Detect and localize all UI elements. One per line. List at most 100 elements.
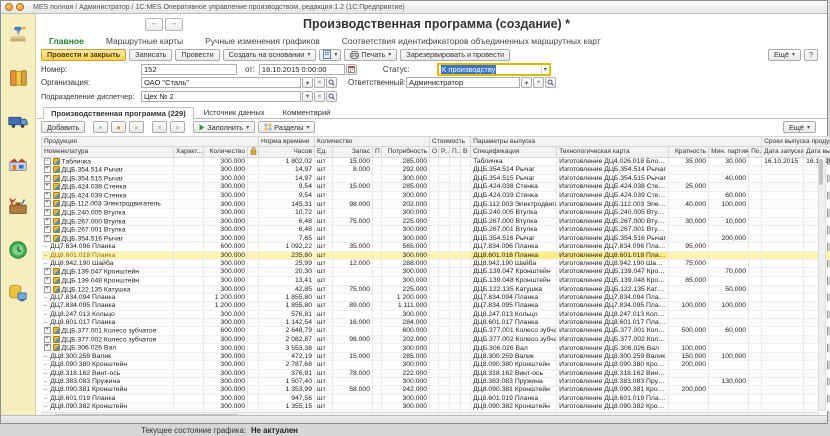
cell-name[interactable]: +ДЦБ.240.005 Втулка bbox=[42, 209, 174, 218]
cell-tech[interactable]: Изготовление ДЦ7.834.095 Планка bbox=[557, 302, 669, 310]
cell-spec[interactable]: ДЦ8.601.017 Планка bbox=[471, 319, 557, 327]
cell-v[interactable] bbox=[461, 234, 471, 243]
expand-icon[interactable]: + bbox=[44, 286, 51, 293]
cell-unit[interactable]: шт bbox=[315, 402, 333, 410]
cell-tech[interactable]: Изготовление ДЦ8.247.013 Кольцо bbox=[557, 310, 669, 318]
cell-mult[interactable] bbox=[669, 268, 709, 277]
cell-need[interactable]: 565.000 bbox=[382, 243, 430, 251]
number-input[interactable]: 152 bbox=[141, 64, 237, 75]
column-header-d2[interactable]: Дата выпуска bbox=[804, 146, 830, 157]
cell-ch[interactable] bbox=[174, 319, 204, 327]
cell-lock[interactable] bbox=[248, 327, 259, 336]
cell-mult[interactable]: 75,000 bbox=[669, 260, 709, 268]
cell-d2[interactable] bbox=[804, 353, 830, 361]
cell-unit[interactable]: шт bbox=[315, 369, 333, 377]
cell-lock[interactable] bbox=[248, 251, 259, 259]
cell-d1[interactable] bbox=[762, 285, 804, 294]
cell-lock[interactable] bbox=[248, 183, 259, 192]
cell-tech[interactable]: Изготовление ДЦБ.267.001 Втулка bbox=[557, 226, 669, 235]
cell-need[interactable]: 300.000 bbox=[382, 344, 430, 353]
cell-unit[interactable]: шт bbox=[315, 377, 333, 385]
cell-lock[interactable] bbox=[248, 166, 259, 175]
cell-tech[interactable]: Изготовление ДЦБ.424.038 Стенка bbox=[557, 183, 669, 192]
cell-o[interactable] bbox=[430, 402, 439, 410]
cell-stock[interactable]: 12.000 bbox=[333, 260, 373, 268]
cell-o[interactable] bbox=[430, 268, 439, 277]
tab-route-maps[interactable]: Маршрутные карты bbox=[106, 36, 183, 46]
cell-name[interactable]: +ДЦБ.267.000 Втулка bbox=[42, 217, 174, 226]
cell-d2[interactable] bbox=[804, 174, 830, 183]
cell-p1[interactable] bbox=[373, 234, 382, 243]
cell-hours[interactable]: 13,41 bbox=[259, 276, 315, 285]
table-row[interactable]: –ДЦ8.601.018 Планка300.000235,80шт300.00… bbox=[42, 251, 830, 259]
cell-po[interactable] bbox=[749, 174, 762, 183]
cell-name[interactable]: –ДЦ8.090.380 Кронштейн bbox=[42, 361, 174, 369]
column-header-tech[interactable]: Технологическая карта bbox=[557, 146, 669, 157]
cell-stock[interactable] bbox=[333, 377, 373, 385]
cell-qty[interactable]: 300.000 bbox=[204, 157, 248, 166]
cell-hours[interactable]: 472,19 bbox=[259, 353, 315, 361]
cell-po[interactable] bbox=[749, 157, 762, 166]
cell-p2[interactable] bbox=[450, 234, 461, 243]
cell-spec[interactable]: ДЦ8.090.380 Кронштейн bbox=[471, 361, 557, 369]
sidebar-item-desktop[interactable] bbox=[5, 22, 31, 48]
cell-lock[interactable] bbox=[248, 157, 259, 166]
cell-unit[interactable]: шт bbox=[315, 294, 333, 302]
cell-need[interactable]: 285.000 bbox=[382, 183, 430, 192]
cell-mult[interactable] bbox=[669, 251, 709, 259]
post-and-close-button[interactable]: Провести и закрыть bbox=[41, 49, 126, 61]
cell-p2[interactable] bbox=[450, 319, 461, 327]
cell-stock[interactable]: 16.000 bbox=[333, 319, 373, 327]
cell-d1[interactable] bbox=[762, 394, 804, 402]
cell-v[interactable] bbox=[461, 319, 471, 327]
table-row[interactable]: +ДЦБ.267.000 Втулка300.0006,48шт75.00022… bbox=[42, 217, 830, 226]
cell-d2[interactable] bbox=[804, 243, 830, 251]
cell-need[interactable]: 300.000 bbox=[382, 268, 430, 277]
cell-po[interactable] bbox=[749, 209, 762, 218]
cell-tech[interactable]: Изготовление ДЦБ.122.135 Катушка bbox=[557, 285, 669, 294]
cell-ch[interactable] bbox=[174, 157, 204, 166]
cell-po[interactable] bbox=[749, 268, 762, 277]
cell-tech[interactable]: Изготовление ДЦБ.377.002 Колесо зубчатое bbox=[557, 335, 669, 344]
table-row[interactable]: +ДЦБ.354.515 Рычаг300.00014,97шт300.000Д… bbox=[42, 174, 830, 183]
cell-o[interactable] bbox=[430, 276, 439, 285]
cell-d1[interactable] bbox=[762, 344, 804, 353]
cell-qty[interactable]: 300.000 bbox=[204, 174, 248, 183]
cell-name[interactable]: +ДЦБ.377.001 Колесо зубчатое bbox=[42, 327, 174, 336]
cell-qty[interactable]: 300.000 bbox=[204, 260, 248, 268]
cell-d2[interactable] bbox=[804, 191, 830, 200]
cell-tech[interactable]: Изготовление ДЦ8.090.381 Кронштейн bbox=[557, 386, 669, 394]
cell-mult[interactable] bbox=[669, 285, 709, 294]
cell-hours[interactable]: 376,91 bbox=[259, 369, 315, 377]
resp-clear-icon[interactable]: × bbox=[533, 77, 544, 88]
cell-hours[interactable]: 1 855,80 bbox=[259, 294, 315, 302]
column-header-v[interactable]: В bbox=[461, 146, 471, 157]
cell-unit[interactable]: шт bbox=[315, 234, 333, 243]
cell-p1[interactable] bbox=[373, 268, 382, 277]
cell-p1[interactable] bbox=[373, 402, 382, 410]
cell-ch[interactable] bbox=[174, 335, 204, 344]
cell-r1[interactable] bbox=[439, 260, 450, 268]
cell-p1[interactable] bbox=[373, 353, 382, 361]
cell-lock[interactable] bbox=[248, 174, 259, 183]
cell-tech[interactable]: Изготовление ДЦБ.354.515 Рычаг bbox=[557, 174, 669, 183]
cell-tech[interactable]: Изготовление ДЦ7.834.094 Планка bbox=[557, 294, 669, 302]
table-row[interactable]: +ДЦБ.354.516 Рычаг300.0007,65шт300.000ДЦ… bbox=[42, 234, 830, 243]
cell-unit[interactable]: шт bbox=[315, 327, 333, 336]
cell-mult[interactable]: 100,000 bbox=[669, 302, 709, 310]
table-row[interactable]: −Табличка300.0001 802,02шт15.000285.000Т… bbox=[42, 157, 830, 166]
cell-minb[interactable] bbox=[709, 209, 749, 218]
cell-name[interactable]: +ДЦБ.424.039 Стенка bbox=[42, 191, 174, 200]
cell-qty[interactable]: 300.000 bbox=[204, 285, 248, 294]
cell-o[interactable] bbox=[430, 294, 439, 302]
cell-d2[interactable] bbox=[804, 361, 830, 369]
cell-minb[interactable] bbox=[709, 276, 749, 285]
cell-qty[interactable]: 300.000 bbox=[204, 361, 248, 369]
cell-need[interactable]: 300.000 bbox=[382, 310, 430, 318]
cell-o[interactable] bbox=[430, 209, 439, 218]
sidebar-item-logistics[interactable] bbox=[5, 108, 31, 134]
table-row[interactable]: +ДЦБ.122.135 Катушка300.00042,85шт75.000… bbox=[42, 285, 830, 294]
cell-ch[interactable] bbox=[174, 200, 204, 209]
cell-lock[interactable] bbox=[248, 361, 259, 369]
cell-need[interactable]: 600.000 bbox=[382, 327, 430, 336]
